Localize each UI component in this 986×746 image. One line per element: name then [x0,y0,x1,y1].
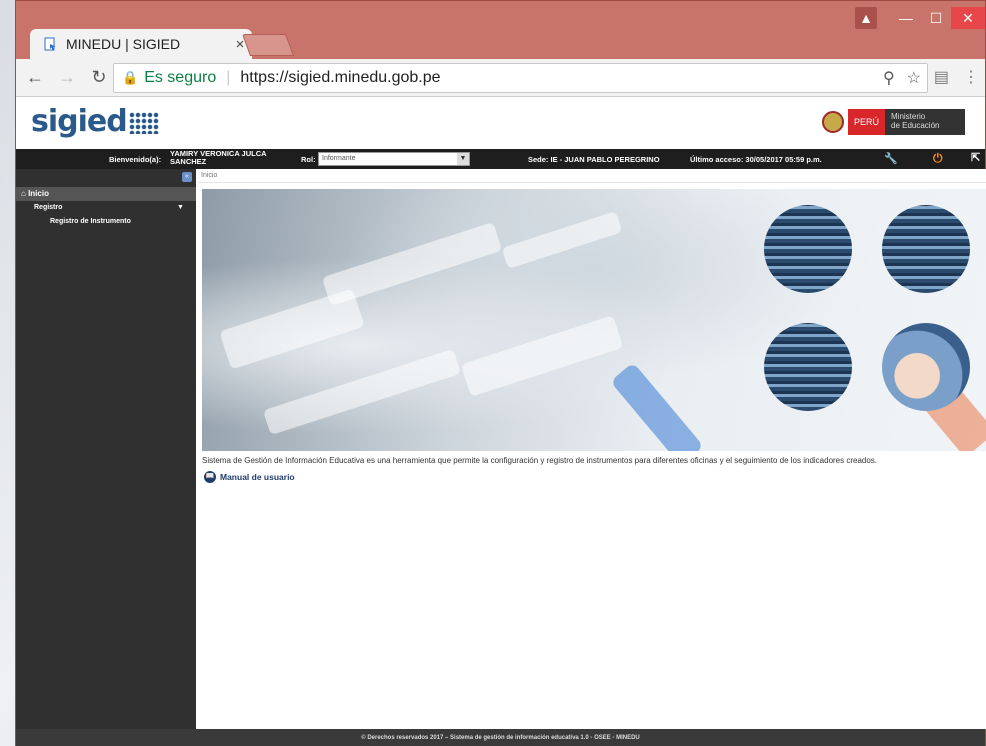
welcome-label: Bienvenido(a): [109,154,162,164]
banner-shape [262,348,462,436]
peru-shield-icon [821,111,844,133]
banner-circle [882,323,970,411]
book-icon: 📖 [204,471,216,483]
manual-link[interactable]: 📖 Manual de usuario [204,471,295,483]
key-icon[interactable]: 🔧 [884,152,898,165]
bookmark-star-icon[interactable]: ☆ [907,68,921,88]
collapse-sidebar-icon[interactable]: « [182,172,192,182]
peru-label: PERÚ [847,109,885,135]
extension-icon[interactable]: ▤ [934,67,949,87]
ministry-label-line2: de Educación [891,120,940,130]
sidebar-item-inicio-label: Inicio [28,189,49,198]
address-bar[interactable]: 🔒 Es seguro | https://sigied.minedu.gob.… [113,63,928,93]
back-button[interactable]: ← [22,65,48,91]
banner-shape [321,221,503,307]
profile-icon[interactable]: ▲ [855,7,877,29]
manual-link-label: Manual de usuario [220,472,295,482]
logo-dots-icon [128,112,159,134]
window-controls: ▲ — ☐ ✕ [855,7,985,29]
maximize-button[interactable]: ☐ [921,7,951,29]
lock-icon: 🔒 [122,70,139,85]
banner-circle [764,323,852,411]
logo-text: sigied [31,104,128,139]
rol-select-value: Informante [322,155,356,162]
banner-shape [501,210,623,270]
extension-area: ▤ ⋮ [934,67,979,87]
forward-button[interactable]: → [54,65,80,91]
omnibox-actions: ⚲ ☆ [883,68,921,88]
secure-label: Es seguro [144,69,217,86]
chevron-down-icon: ▼ [457,153,469,165]
site-footer: © Derechos reservados 2017 – Sistema de … [16,729,985,746]
rol-label: Rol: [301,154,316,164]
last-access-label: Último acceso: 30/05/2017 05:59 p.m. [690,154,822,164]
ministry-logo: PERÚ Ministerio de Educación [821,109,965,135]
ministry-label: Ministerio de Educación [885,109,965,135]
main-content: Inicio Sistema de Gestión de Información… [198,169,986,729]
tab-title: MINEDU | SIGIED [66,36,181,52]
system-description: Sistema de Gestión de Información Educat… [202,456,878,465]
hero-banner-image [202,189,986,451]
sidebar-item-inicio[interactable]: ⌂ Inicio [16,187,196,201]
web-page: sigied PERÚ Ministerio de Educación Bien… [16,97,986,746]
expand-icon[interactable]: ⇱ [971,151,980,164]
rol-select[interactable]: Informante ▼ [318,152,470,166]
banner-shape [460,315,624,397]
menu-kebab-icon[interactable]: ⋮ [963,67,979,87]
close-window-button[interactable]: ✕ [951,7,985,29]
banner-circle [764,205,852,293]
minimize-button[interactable]: — [891,7,921,29]
sidebar-item-registro-instrumento[interactable]: Registro de Instrumento [50,218,131,225]
title-bar: MINEDU | SIGIED × ▲ — ☐ ✕ [16,1,985,59]
power-icon[interactable]: ⏻ [933,151,943,166]
url-text: https://sigied.minedu.gob.pe [240,69,441,86]
new-tab-button[interactable] [241,34,295,56]
user-name-line2: SANCHEZ [170,157,207,166]
page-favicon-icon [42,36,58,52]
banner-circle [882,205,970,293]
caret-down-icon[interactable]: ▼ [177,204,184,211]
user-name: YAMIRY VERONICA JULCA SANCHEZ [170,150,267,166]
sede-label: Sede: IE - JUAN PABLO PEREGRINO [528,154,660,164]
site-header: sigied PERÚ Ministerio de Educación [16,97,985,149]
banner-shape [610,362,704,451]
reload-button[interactable]: ↻ [86,65,112,91]
sigied-logo[interactable]: sigied [31,104,159,139]
zoom-icon[interactable]: ⚲ [883,68,895,88]
user-info-bar: Bienvenido(a): YAMIRY VERONICA JULCA SAN… [16,149,985,169]
browser-tab[interactable]: MINEDU | SIGIED × [30,29,252,59]
separator: | [226,69,231,86]
browser-toolbar: ← → ↻ 🔒 Es seguro | https://sigied.mined… [16,59,985,97]
browser-window: MINEDU | SIGIED × ▲ — ☐ ✕ ← → ↻ 🔒 Es seg… [15,0,986,746]
sidebar-item-registro[interactable]: Registro [34,204,62,211]
sidebar: « ⌂ Inicio Registro ▼ Registro de Instru… [16,169,196,729]
breadcrumb: Inicio [198,169,986,183]
